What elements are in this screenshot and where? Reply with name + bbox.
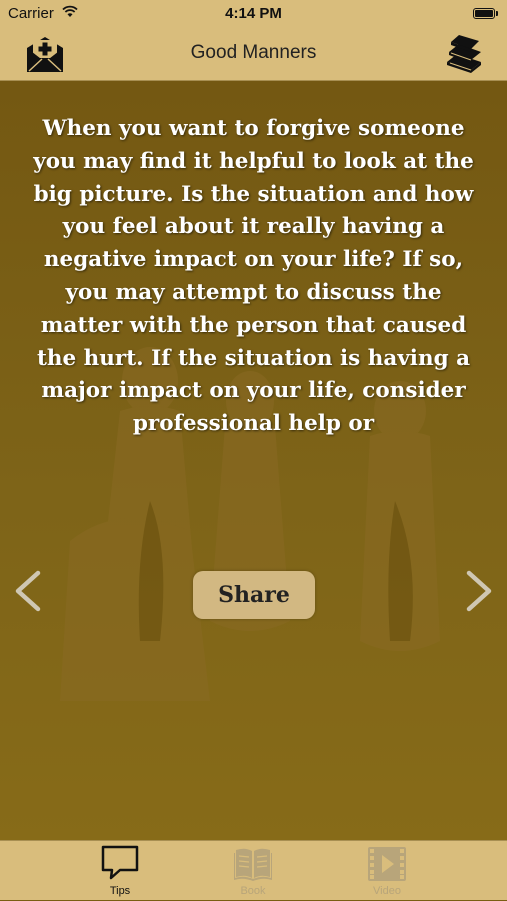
tab-tips-label: Tips [109,885,131,897]
battery-icon [473,8,498,19]
tab-book[interactable]: Book [203,841,303,901]
tab-tips[interactable]: Tips [70,841,170,901]
open-book-icon [234,848,272,881]
chevron-left-icon[interactable] [10,569,44,613]
nav-bar: Good Manners [0,28,507,81]
tab-video-label: Video [373,885,401,897]
film-icon [368,847,406,881]
chevron-right-icon[interactable] [463,569,497,613]
share-button[interactable]: Share [193,571,315,619]
status-time: 4:14 PM [225,5,282,22]
tip-content-area: When you want to forgive someone you may… [0,81,507,840]
tab-video[interactable]: Video [337,841,437,901]
speech-bubble-icon [101,845,139,880]
page-title: Good Manners [190,42,317,63]
books-icon[interactable] [441,32,485,74]
tab-book-label: Book [240,885,266,897]
status-bar: Carrier 4:14 PM [0,0,507,28]
tip-text: When you want to forgive someone you may… [33,116,474,437]
tab-bar: Tips Book Video [0,840,507,900]
